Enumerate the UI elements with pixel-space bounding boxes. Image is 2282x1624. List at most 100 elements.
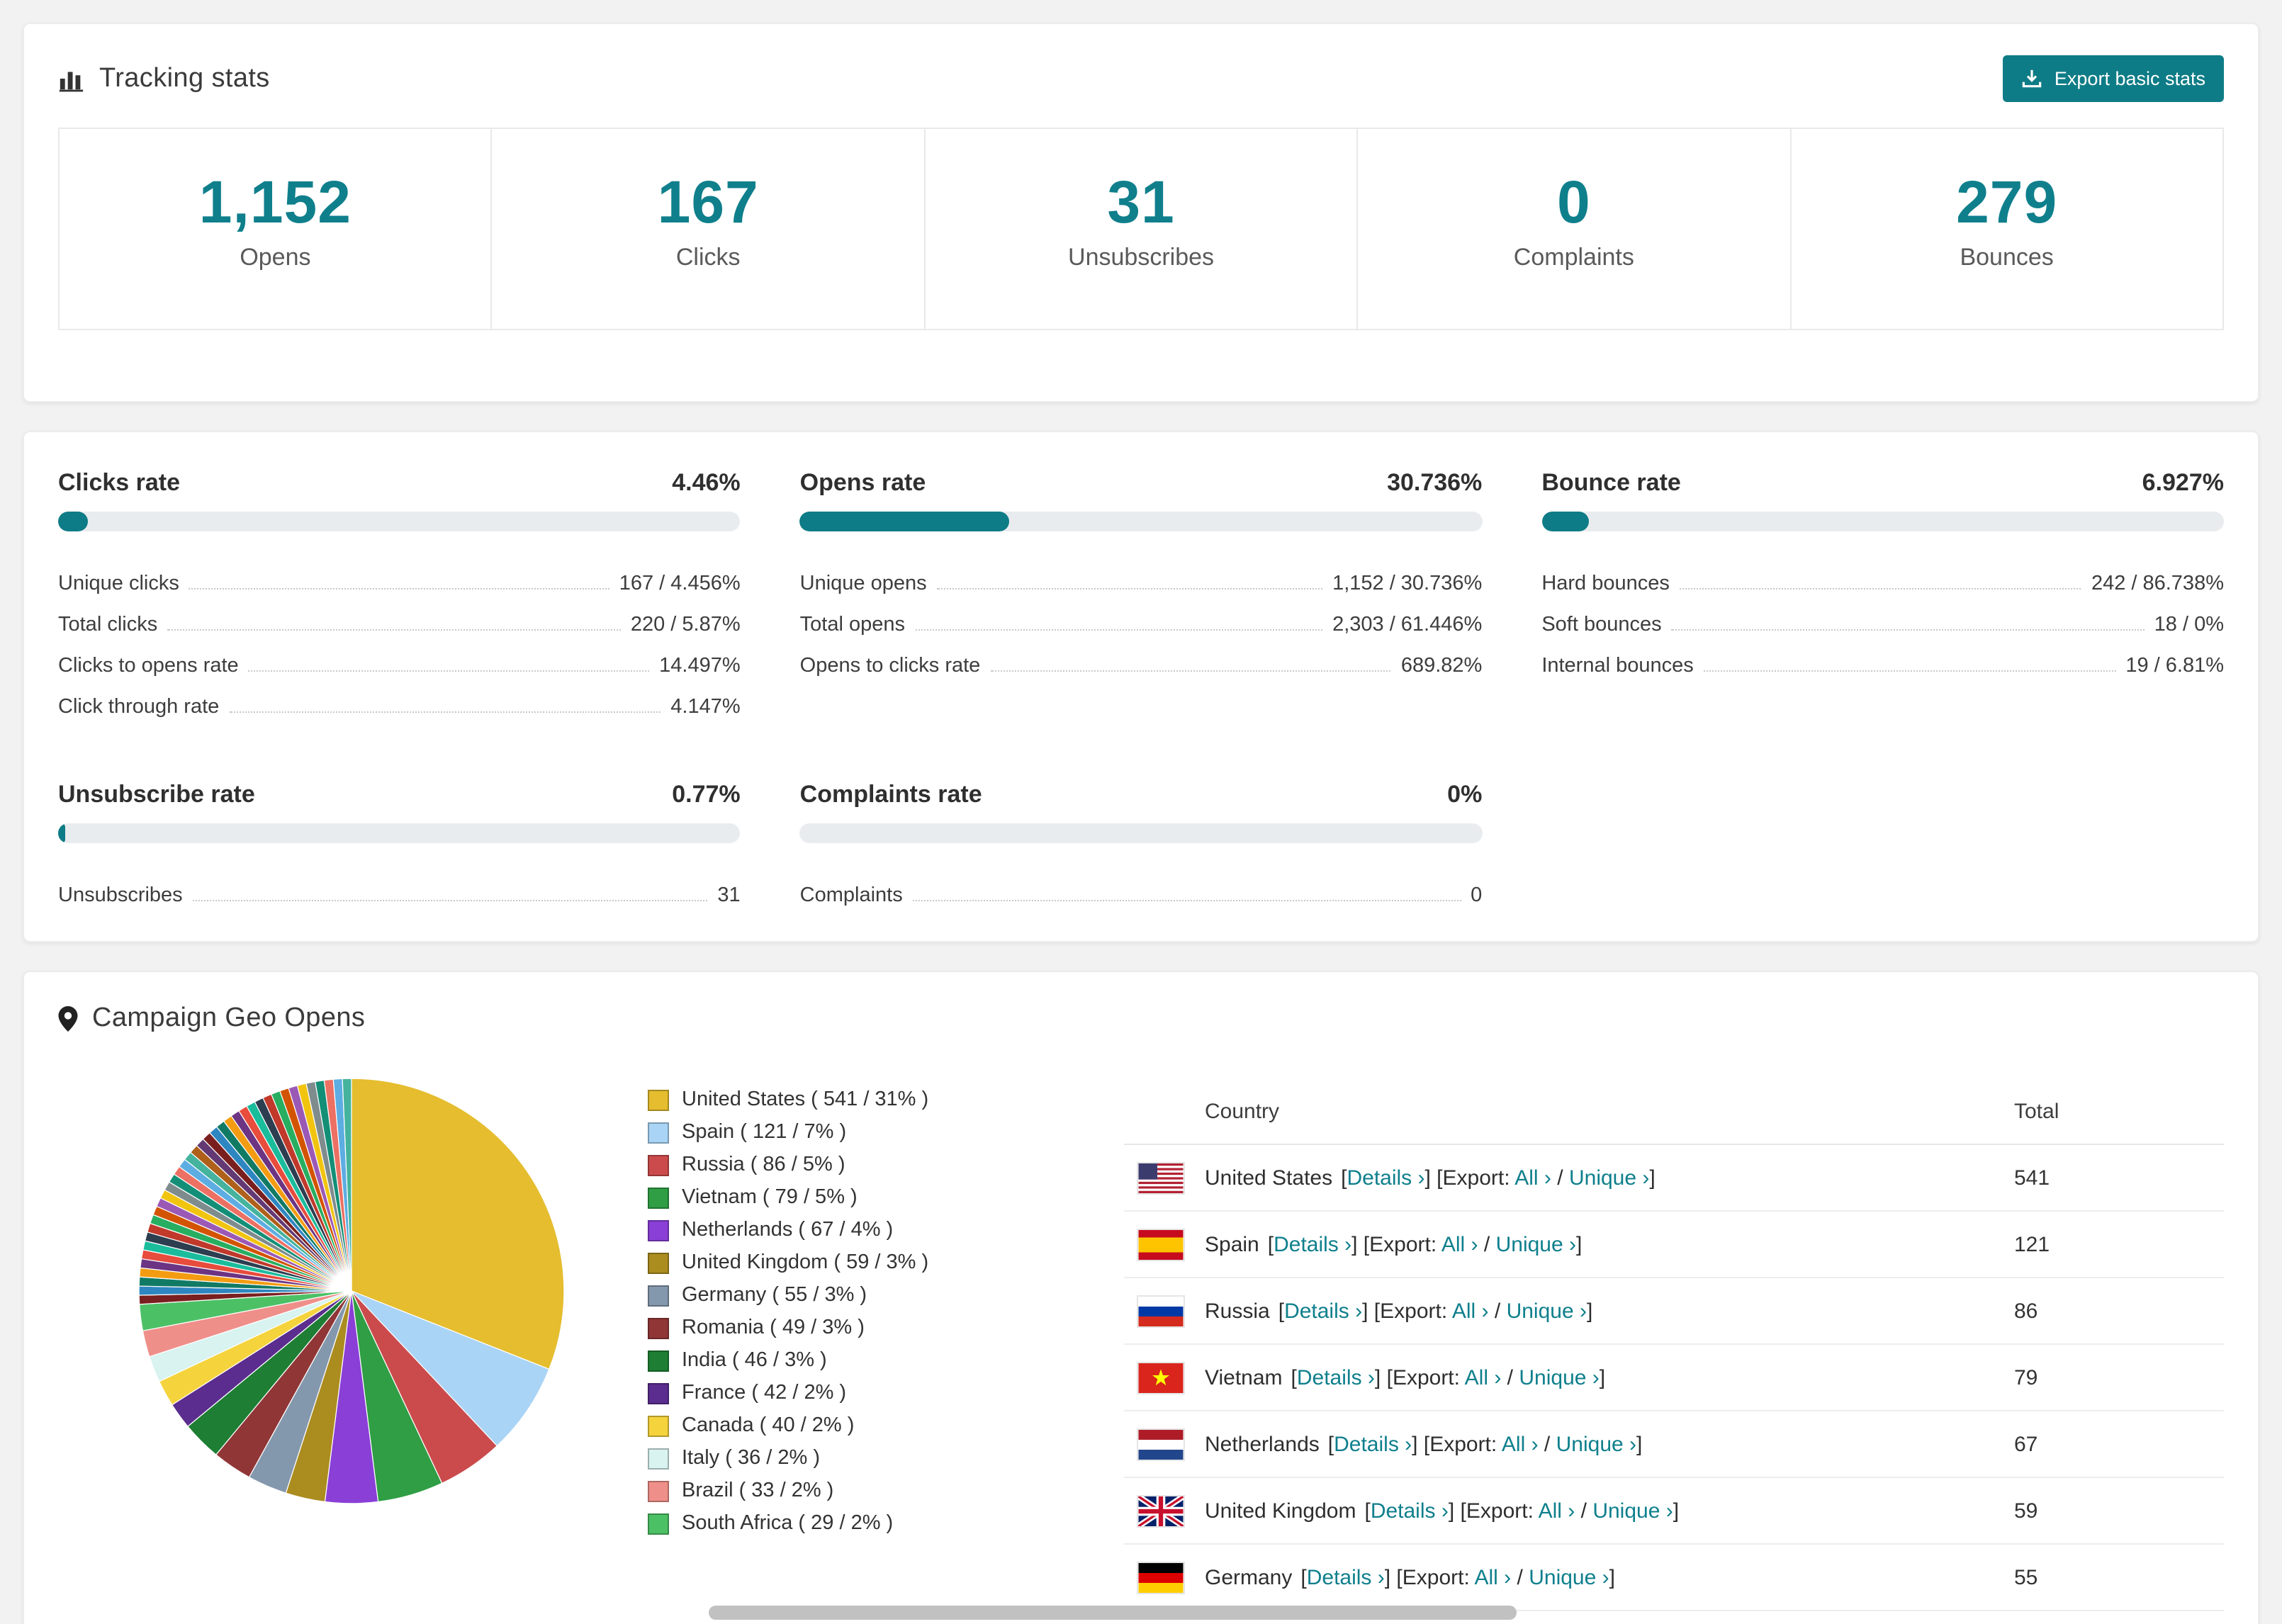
rate-title: Complaints rate: [799, 781, 982, 808]
country-total: 121: [2014, 1232, 2050, 1257]
legend-item-united-kingdom: United Kingdom ( 59 / 3% ): [648, 1252, 1081, 1275]
horizontal-scrollbar-thumb[interactable]: [709, 1606, 1517, 1620]
export-all-link[interactable]: All ›: [1441, 1233, 1478, 1257]
legend-label: Vietnam ( 79 / 5% ): [682, 1186, 858, 1209]
rate-title: Opens rate: [799, 469, 926, 497]
country-column-header: Country: [1205, 1100, 1280, 1124]
country-name: Spain: [1205, 1232, 1259, 1257]
legend-label: India ( 46 / 3% ): [682, 1349, 827, 1372]
stat-cell-opens: 1,152 Opens: [60, 129, 491, 329]
details-link[interactable]: Details ›: [1297, 1366, 1375, 1390]
rate-progress-fill: [1541, 512, 1589, 532]
export-all-link[interactable]: All ›: [1452, 1299, 1489, 1324]
rate-progress-bar: [799, 512, 1483, 532]
flag-gb-icon: [1138, 1496, 1184, 1526]
metric-value: 167 / 4.456%: [619, 573, 741, 596]
metric-value: 0: [1471, 884, 1483, 908]
row-actions: [Details ›] [Export: All › / Unique ›]: [1341, 1166, 1656, 1190]
legend-swatch: [648, 1252, 669, 1274]
export-all-link[interactable]: All ›: [1475, 1566, 1512, 1590]
stat-value: 31: [1107, 169, 1175, 235]
export-button-label: Export basic stats: [2054, 68, 2205, 89]
details-link[interactable]: Details ›: [1284, 1299, 1362, 1324]
metric-row-unique-clicks: Unique clicks 167 / 4.456%: [58, 555, 741, 596]
stat-label: Complaints: [1513, 244, 1634, 271]
rate-title: Bounce rate: [1541, 469, 1681, 497]
legend-item-vietnam: Vietnam ( 79 / 5% ): [648, 1187, 1081, 1209]
export-unique-link[interactable]: Unique ›: [1496, 1233, 1576, 1257]
metric-row-click-through-rate: Click through rate 4.147%: [58, 678, 741, 719]
metric-value: 19 / 6.81%: [2125, 655, 2224, 678]
tracking-stats-title-text: Tracking stats: [99, 63, 270, 93]
metric-value: 1,152 / 30.736%: [1332, 573, 1483, 596]
export-unique-link[interactable]: Unique ›: [1529, 1566, 1609, 1590]
country-cell: Germany [Details ›] [Export: All › / Uniq…: [1138, 1562, 2014, 1593]
legend-label: United States ( 541 / 31% ): [682, 1088, 929, 1112]
legend-item-russia: Russia ( 86 / 5% ): [648, 1154, 1081, 1177]
metric-row-hard-bounces: Hard bounces 242 / 86.738%: [1541, 555, 2224, 596]
export-basic-stats-button[interactable]: Export basic stats: [2003, 55, 2224, 102]
export-all-link[interactable]: All ›: [1502, 1433, 1539, 1457]
dotted-leader: [1703, 670, 2116, 672]
metric-value: 689.82%: [1400, 655, 1483, 678]
rate-block-opens-rate: Opens rate 30.736% Unique opens 1,152 / 30.…: [799, 469, 1483, 719]
row-actions: [Details ›] [Export: All › / Unique ›]: [1327, 1432, 1643, 1457]
details-link[interactable]: Details ›: [1371, 1499, 1449, 1523]
legend-swatch: [648, 1415, 669, 1437]
export-unique-link[interactable]: Unique ›: [1507, 1299, 1587, 1324]
metric-label: Clicks to opens rate: [58, 655, 239, 678]
row-actions: [Details ›] [Export: All › / Unique ›]: [1267, 1232, 1583, 1257]
dotted-leader: [915, 629, 1323, 631]
metric-label: Total opens: [799, 614, 905, 637]
rate-progress-fill: [58, 512, 89, 532]
rate-progress-bar: [1541, 512, 2224, 532]
dashboard: Tracking stats Export basic stats 1,152 O…: [0, 0, 2282, 1624]
legend-label: Brazil ( 33 / 2% ): [682, 1479, 834, 1503]
geo-row-vietnam: Vietnam [Details ›] [Export: All › / Uniq…: [1124, 1346, 2224, 1412]
metric-label: Unique clicks: [58, 573, 179, 596]
legend-label: Germany ( 55 / 3% ): [682, 1284, 867, 1307]
country-name: Germany: [1205, 1565, 1293, 1590]
export-unique-link[interactable]: Unique ›: [1519, 1366, 1599, 1390]
metric-label: Soft bounces: [1541, 614, 1662, 637]
geo-row-germany: Germany [Details ›] [Export: All › / Uniq…: [1124, 1545, 2224, 1612]
rate-block-unsubscribe-rate: Unsubscribe rate 0.77% Unsubscribes 31: [58, 782, 741, 908]
export-unique-link[interactable]: Unique ›: [1556, 1433, 1636, 1457]
flag-es-icon: [1138, 1229, 1184, 1260]
legend-label: Spain ( 121 / 7% ): [682, 1121, 847, 1144]
metric-label: Internal bounces: [1541, 655, 1694, 678]
total-column-header: Total: [2014, 1100, 2059, 1124]
metric-label: Complaints: [799, 884, 903, 908]
details-link[interactable]: Details ›: [1307, 1566, 1385, 1590]
country-cell: Russia [Details ›] [Export: All › / Uniqu…: [1138, 1296, 2014, 1326]
export-all-link[interactable]: All ›: [1539, 1499, 1575, 1523]
stat-cell-unsubscribes: 31 Unsubscribes: [923, 129, 1357, 329]
metric-label: Total clicks: [58, 614, 158, 637]
legend-label: Romania ( 49 / 3% ): [682, 1316, 865, 1340]
export-unique-link[interactable]: Unique ›: [1592, 1499, 1673, 1523]
rate-block-bounce-rate: Bounce rate 6.927% Hard bounces 242 / 86.73…: [1541, 470, 2224, 719]
rates-grid: Clicks rate 4.46% Unique clicks 167 / 4.456…: [58, 470, 2224, 908]
legend-swatch: [648, 1382, 669, 1404]
metric-value: 242 / 86.738%: [2091, 573, 2224, 596]
legend-label: United Kingdom ( 59 / 3% ): [682, 1251, 929, 1275]
tracking-stats-header: Tracking stats Export basic stats: [24, 24, 2258, 102]
export-unique-link[interactable]: Unique ›: [1569, 1166, 1649, 1190]
geo-table-body: United States [Details ›] [Export: All › …: [1124, 1146, 2224, 1612]
stat-cell-clicks: 167 Clicks: [490, 129, 924, 329]
metric-row-soft-bounces: Soft bounces 18 / 0%: [1541, 596, 2224, 637]
export-prefix-label: Export:: [1392, 1365, 1465, 1390]
row-actions: [Details ›] [Export: All › / Unique ›]: [1291, 1365, 1606, 1390]
row-actions: [Details ›] [Export: All › / Unique ›]: [1300, 1565, 1615, 1590]
metric-row-total-clicks: Total clicks 220 / 5.87%: [58, 596, 741, 637]
stat-label: Bounces: [1960, 244, 2054, 271]
rate-value: 6.927%: [2142, 469, 2224, 497]
export-all-link[interactable]: All ›: [1514, 1166, 1551, 1190]
export-all-link[interactable]: All ›: [1465, 1366, 1502, 1390]
details-link[interactable]: Details ›: [1334, 1433, 1412, 1457]
details-link[interactable]: Details ›: [1347, 1166, 1424, 1190]
legend-swatch: [648, 1513, 669, 1535]
details-link[interactable]: Details ›: [1274, 1233, 1351, 1257]
stat-value: 0: [1556, 169, 1591, 235]
metric-label: Opens to clicks rate: [799, 655, 981, 678]
